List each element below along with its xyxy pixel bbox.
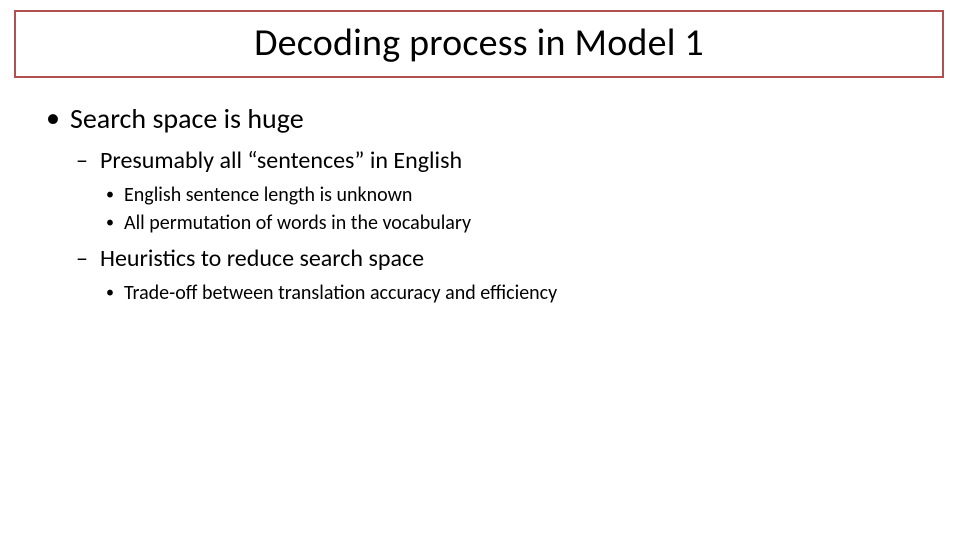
list-item: English sentence length is unknown	[100, 182, 918, 208]
slide-title: Decoding process in Model 1	[16, 20, 942, 66]
bullet-text: Presumably all “sentences” in English	[100, 146, 462, 175]
bullet-text: All permutation of words in the vocabula…	[124, 211, 471, 235]
list-item: Presumably all “sentences” in English En…	[70, 146, 918, 236]
bullet-list-level1: Search space is huge Presumably all “sen…	[40, 102, 918, 306]
list-item: Trade-off between translation accuracy a…	[100, 280, 918, 306]
bullet-list-level3: Trade-off between translation accuracy a…	[100, 280, 918, 306]
bullet-text: English sentence length is unknown	[124, 183, 412, 207]
bullet-text: Trade-off between translation accuracy a…	[124, 281, 557, 305]
slide: { "title": "Decoding process in Model 1"…	[0, 10, 958, 550]
bullet-text: Heuristics to reduce search space	[100, 244, 424, 273]
content-area: Search space is huge Presumably all “sen…	[0, 78, 958, 306]
bullet-list-level3: English sentence length is unknown All p…	[100, 182, 918, 236]
title-box: Decoding process in Model 1	[14, 10, 944, 78]
bullet-text: Search space is huge	[70, 101, 304, 136]
list-item: Search space is huge Presumably all “sen…	[40, 102, 918, 306]
bullet-list-level2: Presumably all “sentences” in English En…	[70, 146, 918, 306]
list-item: Heuristics to reduce search space Trade-…	[70, 244, 918, 306]
list-item: All permutation of words in the vocabula…	[100, 210, 918, 236]
